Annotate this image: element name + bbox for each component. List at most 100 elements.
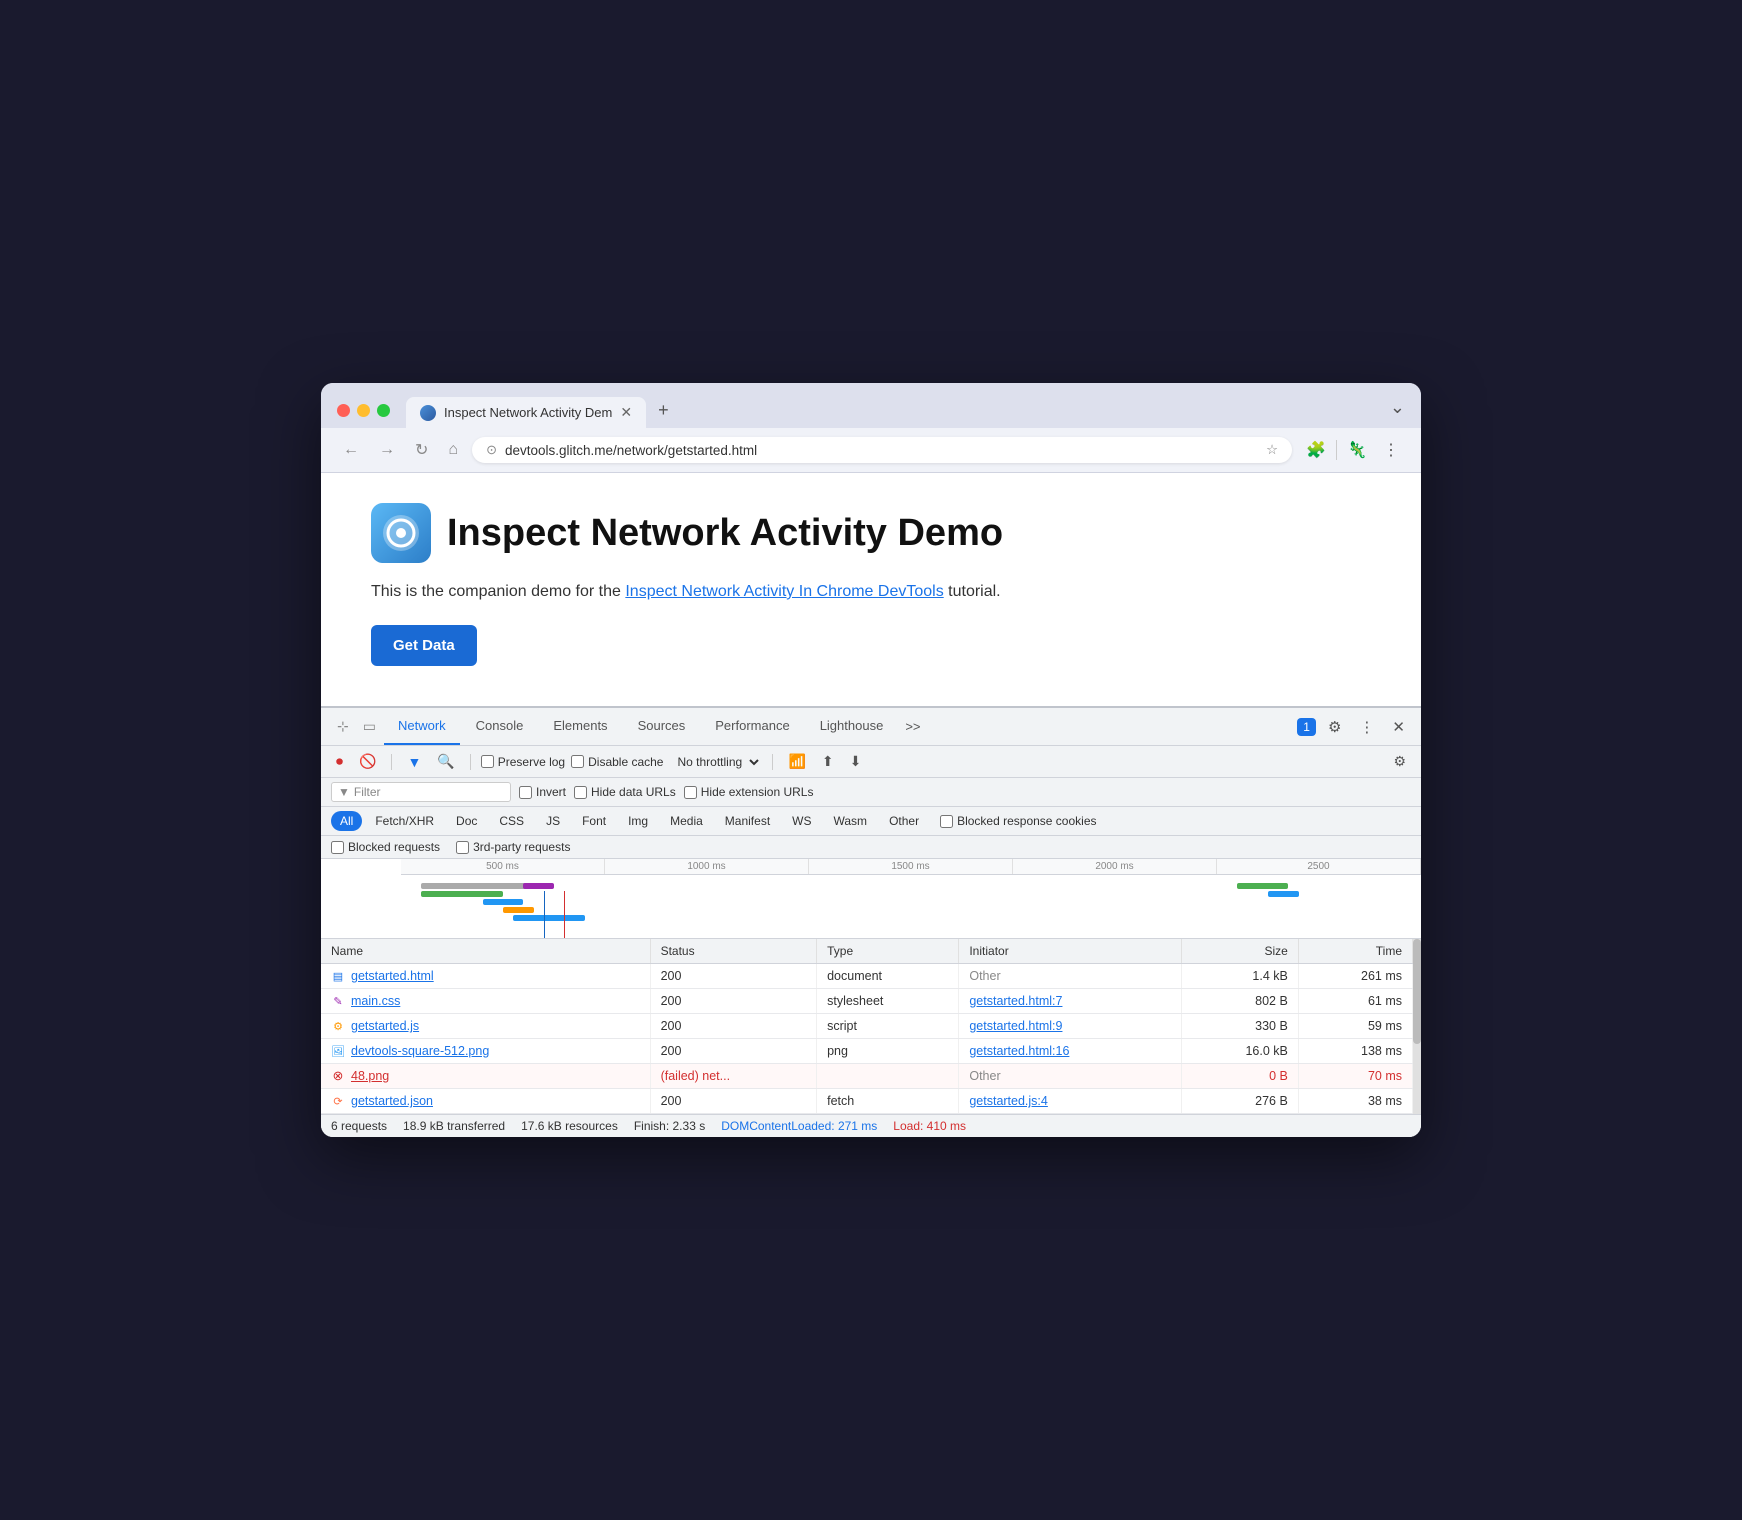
chip-css[interactable]: CSS [490, 811, 533, 831]
minimize-traffic-light[interactable] [357, 404, 370, 417]
chip-font[interactable]: Font [573, 811, 615, 831]
chip-all[interactable]: All [331, 811, 362, 831]
table-header-row: Name Status Type Initiator Size Time [321, 939, 1413, 964]
chip-js[interactable]: JS [537, 811, 569, 831]
third-party-label[interactable]: 3rd-party requests [456, 840, 570, 854]
row-type-png: png [817, 1039, 959, 1064]
window-chevron[interactable]: ⌄ [1390, 397, 1405, 424]
bookmark-icon[interactable]: ☆ [1266, 442, 1278, 458]
table-row[interactable]: ✎ main.css 200 stylesheet getstarted.htm… [321, 989, 1413, 1014]
invert-label[interactable]: Invert [519, 785, 566, 799]
table-row-error[interactable]: ⊗ 48.png (failed) net... Other 0 B 70 ms [321, 1064, 1413, 1089]
chip-img[interactable]: Img [619, 811, 657, 831]
filter-button[interactable]: ▼ [402, 751, 426, 773]
hide-data-urls-checkbox[interactable] [574, 786, 587, 799]
hide-ext-urls-checkbox[interactable] [684, 786, 697, 799]
search-button[interactable]: 🔍 [432, 750, 459, 773]
wifi-icon[interactable]: 📶 [783, 750, 810, 773]
file-name-json[interactable]: getstarted.json [351, 1094, 433, 1108]
upload-icon[interactable]: ⬆ [817, 750, 839, 773]
css-icon: ✎ [331, 994, 345, 1008]
blocked-cookies-label[interactable]: Blocked response cookies [940, 814, 1096, 828]
active-tab[interactable]: Inspect Network Activity Dem ✕ [406, 397, 646, 428]
forward-button[interactable]: → [373, 437, 401, 463]
reload-button[interactable]: ↻ [409, 436, 434, 464]
hide-ext-urls-label[interactable]: Hide extension URLs [684, 785, 814, 799]
address-bar[interactable]: ⊙ devtools.glitch.me/network/getstarted.… [472, 437, 1292, 463]
invert-checkbox[interactable] [519, 786, 532, 799]
nav-actions: 🧩 🦎 ⋮ [1300, 436, 1405, 464]
record-button[interactable]: ⏺ [331, 750, 348, 773]
row-name-html: ▤ getstarted.html [321, 964, 650, 989]
table-row[interactable]: 🖼 devtools-square-512.png 200 png getsta… [321, 1039, 1413, 1064]
close-devtools-button[interactable]: ✕ [1386, 714, 1411, 740]
col-size: Size [1182, 939, 1299, 964]
tl-bar-css [483, 899, 524, 905]
chip-other[interactable]: Other [880, 811, 928, 831]
disable-cache-label[interactable]: Disable cache [571, 755, 663, 769]
chip-manifest[interactable]: Manifest [716, 811, 779, 831]
disable-cache-checkbox[interactable] [571, 755, 584, 768]
col-name: Name [321, 939, 650, 964]
hide-data-urls-label[interactable]: Hide data URLs [574, 785, 676, 799]
page-header: Inspect Network Activity Demo [371, 503, 1371, 563]
extensions-icon[interactable]: 🧩 [1300, 436, 1332, 464]
settings-icon[interactable]: ⚙ [1322, 714, 1347, 740]
download-icon[interactable]: ⬇ [845, 750, 867, 773]
back-button[interactable]: ← [337, 437, 365, 463]
blocked-cookies-checkbox[interactable] [940, 815, 953, 828]
devtools-menu-icon[interactable]: ⋮ [1353, 714, 1380, 740]
file-name-png[interactable]: devtools-square-512.png [351, 1044, 489, 1058]
hide-data-urls-text: Hide data URLs [591, 785, 676, 799]
blocked-requests-label[interactable]: Blocked requests [331, 840, 440, 854]
scrollbar[interactable] [1413, 939, 1421, 1114]
third-party-checkbox[interactable] [456, 841, 469, 854]
tab-close-button[interactable]: ✕ [620, 404, 632, 421]
table-row[interactable]: ⟳ getstarted.json 200 fetch getstarted.j… [321, 1089, 1413, 1114]
tutorial-link[interactable]: Inspect Network Activity In Chrome DevTo… [625, 583, 943, 600]
filter-input-wrap[interactable]: ▼ Filter [331, 782, 511, 802]
issues-badge[interactable]: 1 [1297, 718, 1316, 736]
menu-icon[interactable]: ⋮ [1377, 436, 1405, 464]
chip-doc[interactable]: Doc [447, 811, 486, 831]
device-icon[interactable]: ▭ [357, 710, 382, 743]
inspect-icon[interactable]: ⊹ [331, 710, 355, 743]
table-wrap: Name Status Type Initiator Size Time [321, 939, 1413, 1114]
file-name-js[interactable]: getstarted.js [351, 1019, 419, 1033]
tab-performance[interactable]: Performance [701, 708, 803, 745]
table-row[interactable]: ▤ getstarted.html 200 document Other 1.4… [321, 964, 1413, 989]
table-row[interactable]: ⚙ getstarted.js 200 script getstarted.ht… [321, 1014, 1413, 1039]
new-tab-button[interactable]: + [646, 393, 681, 428]
clear-button[interactable]: 🚫 [354, 750, 381, 773]
profile-icon[interactable]: 🦎 [1341, 436, 1373, 464]
get-data-button[interactable]: Get Data [371, 625, 477, 666]
toolbar-sep-2 [470, 754, 471, 770]
blocked-requests-text: Blocked requests [348, 840, 440, 854]
preserve-log-checkbox[interactable] [481, 755, 494, 768]
blocked-requests-checkbox[interactable] [331, 841, 344, 854]
chip-fetch-xhr[interactable]: Fetch/XHR [366, 811, 443, 831]
row-size-48png: 0 B [1182, 1064, 1299, 1089]
tl-bar-html [421, 891, 503, 897]
file-name-html[interactable]: getstarted.html [351, 969, 434, 983]
throttle-select[interactable]: No throttling [669, 752, 762, 772]
file-name-48png[interactable]: 48.png [351, 1069, 389, 1083]
home-button[interactable]: ⌂ [442, 437, 464, 463]
maximize-traffic-light[interactable] [377, 404, 390, 417]
chip-ws[interactable]: WS [783, 811, 820, 831]
more-tabs-button[interactable]: >> [899, 711, 926, 742]
filter-funnel-icon: ▼ [338, 785, 350, 799]
title-bar: Inspect Network Activity Dem ✕ + ⌄ [321, 383, 1421, 428]
close-traffic-light[interactable] [337, 404, 350, 417]
tab-lighthouse[interactable]: Lighthouse [806, 708, 898, 745]
tab-sources[interactable]: Sources [624, 708, 700, 745]
tab-network[interactable]: Network [384, 708, 460, 745]
tab-elements[interactable]: Elements [539, 708, 621, 745]
network-settings-icon[interactable]: ⚙ [1388, 750, 1411, 773]
tab-console[interactable]: Console [462, 708, 538, 745]
chip-media[interactable]: Media [661, 811, 712, 831]
preserve-log-label[interactable]: Preserve log [481, 755, 565, 769]
file-name-css[interactable]: main.css [351, 994, 400, 1008]
chip-wasm[interactable]: Wasm [825, 811, 877, 831]
scroll-thumb[interactable] [1413, 939, 1421, 1044]
